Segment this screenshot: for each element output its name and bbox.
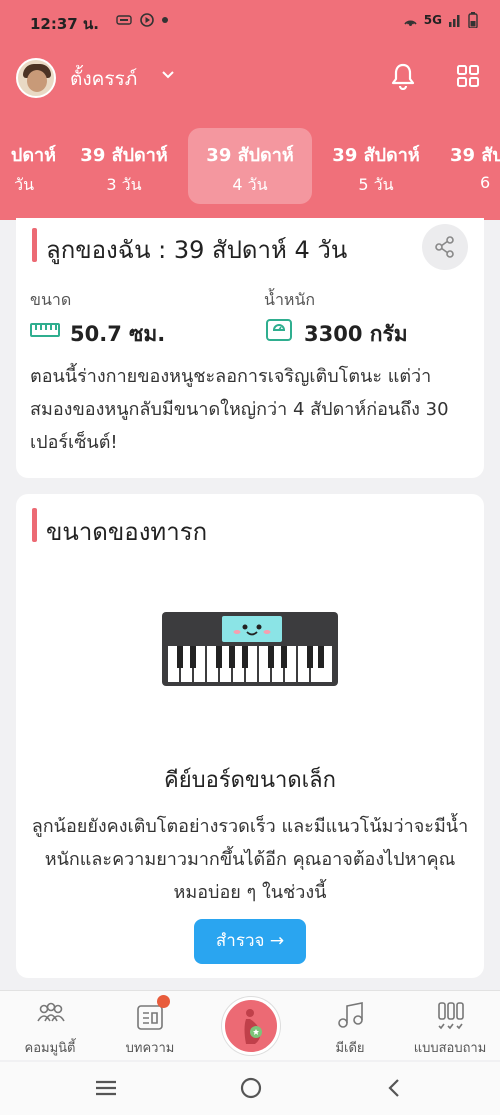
nav-media[interactable]: มีเดีย	[300, 991, 400, 1061]
avatar[interactable]	[16, 58, 56, 98]
back-icon[interactable]	[384, 1076, 404, 1100]
music-icon	[338, 1002, 363, 1028]
size-label: ขนาด	[30, 290, 72, 309]
status-bar: 12:37 น. 5G	[0, 0, 500, 42]
share-button[interactable]	[422, 224, 468, 270]
notification-badge	[157, 995, 170, 1008]
status-time: 12:37 น.	[30, 15, 99, 33]
network-type: 5G	[423, 13, 442, 27]
keyboard-illustration	[162, 612, 338, 686]
hotspot-icon	[404, 20, 417, 26]
title-accent-bar	[32, 508, 37, 542]
keyboard-face	[222, 616, 282, 642]
pregnancy-home-button[interactable]	[222, 997, 280, 1055]
weight-label: น้ำหนัก	[264, 290, 316, 309]
nav-polls[interactable]: แบบสอบถาม	[400, 991, 500, 1061]
bell-icon[interactable]	[390, 62, 416, 90]
grid-icon[interactable]	[456, 64, 480, 88]
profile-name[interactable]: ตั้งครรภ์	[70, 64, 137, 94]
week-tab[interactable]: ปดาห์ วัน	[0, 128, 62, 204]
size-item-name: คีย์บอร์ดขนาดเล็ก	[164, 768, 336, 793]
battery-icon	[468, 12, 478, 28]
community-icon	[37, 1002, 65, 1022]
nav-articles[interactable]: บทความ	[100, 991, 200, 1061]
home-icon[interactable]	[239, 1076, 263, 1100]
size-item-description: ลูกน้อยยังคงเติบโตอย่างรวดเร็ว และมีแนวโ…	[31, 816, 469, 903]
system-navigation-bar	[0, 1062, 500, 1115]
baby-info-card: ลูกของฉัน : 39 สัปดาห์ 4 วัน ขนาด 50.7 ซ…	[16, 218, 484, 478]
weight-value: 3300 กรัม	[304, 322, 408, 346]
size-value: 50.7 ซม.	[70, 322, 166, 346]
baby-description: ตอนนี้ร่างกายของหนูชะลอการเจริญเติบโตนะ …	[30, 366, 449, 453]
week-tab[interactable]: 39 สัปดาห์ 5 วัน	[314, 128, 438, 204]
status-right-icons: 5G	[403, 12, 478, 28]
app-header: ตั้งครรภ์	[0, 50, 500, 106]
week-tab[interactable]: 39 สัปดาห์ 3 วัน	[62, 128, 186, 204]
play-icon	[140, 13, 154, 27]
baby-size-card: ขนาดของทารก คีย์บอร์ดขนาดเล็ก ลูกน้อยยัง…	[16, 494, 484, 978]
week-selector[interactable]: ปดาห์ วัน 39 สัปดาห์ 3 วัน 39 สัปดาห์ 4 …	[0, 128, 500, 204]
card-title: ขนาดของทารก	[46, 518, 208, 546]
explore-button[interactable]: สำรวจ →	[194, 919, 306, 964]
scale-icon	[266, 319, 292, 341]
week-tab[interactable]: 39 สัป 6	[440, 128, 500, 204]
status-notification-icons	[116, 13, 168, 27]
dot-icon	[162, 17, 168, 23]
pregnancy-icon	[244, 1009, 262, 1044]
card-title: ลูกของฉัน : 39 สัปดาห์ 4 วัน	[46, 236, 348, 264]
notification-icon	[116, 15, 132, 25]
ruler-icon	[30, 323, 60, 337]
week-tab-active[interactable]: 39 สัปดาห์ 4 วัน	[188, 128, 312, 204]
signal-icon	[449, 14, 460, 27]
recent-apps-icon[interactable]	[94, 1076, 118, 1100]
nav-community[interactable]: คอมมูนิตี้	[0, 991, 100, 1061]
piano-keys	[168, 646, 332, 682]
poll-icon	[438, 1002, 464, 1030]
share-icon	[435, 236, 454, 258]
title-accent-bar	[32, 228, 37, 262]
chevron-down-icon[interactable]	[160, 66, 176, 82]
